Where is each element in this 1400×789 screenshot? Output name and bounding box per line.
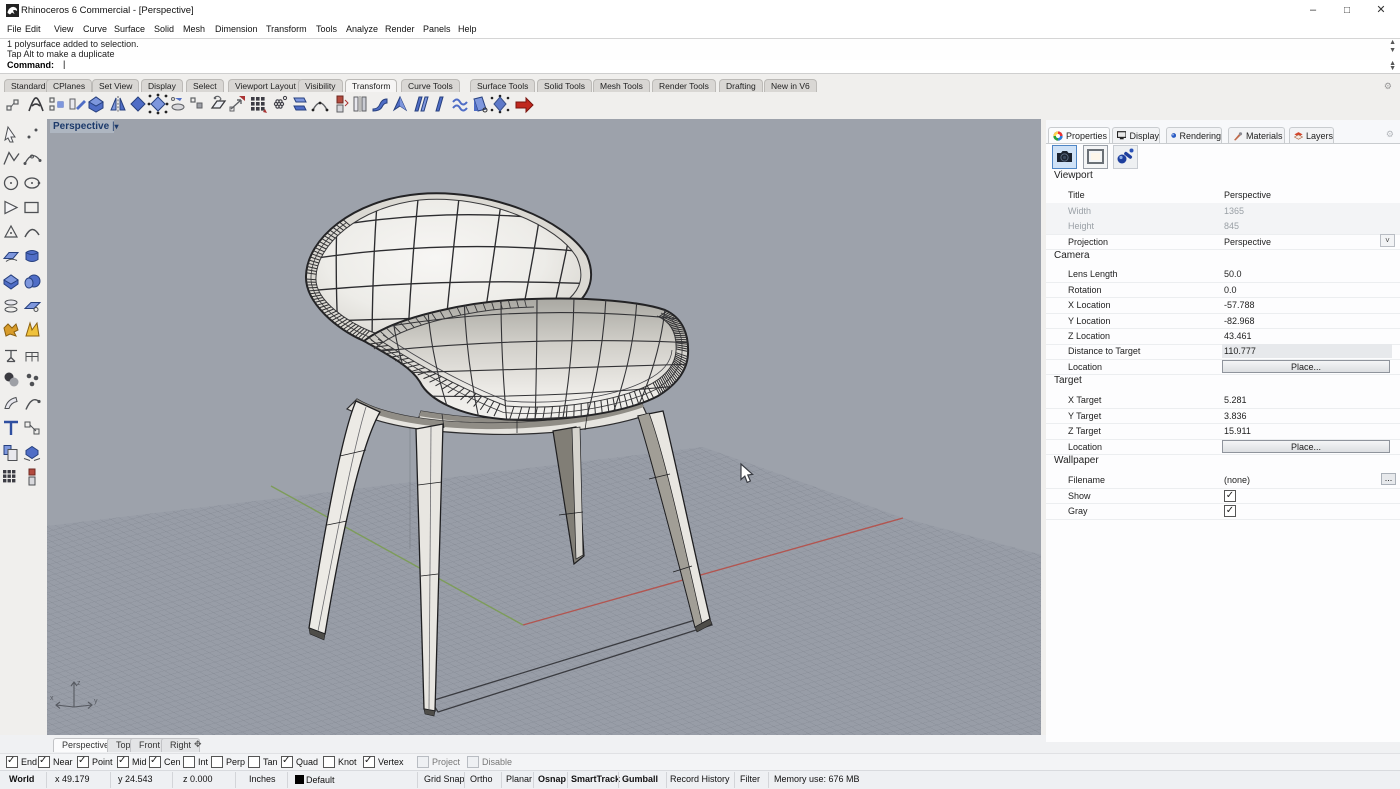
svg-text:y: y xyxy=(94,698,98,705)
svg-text:z: z xyxy=(77,680,81,687)
svg-text:x: x xyxy=(50,695,54,702)
